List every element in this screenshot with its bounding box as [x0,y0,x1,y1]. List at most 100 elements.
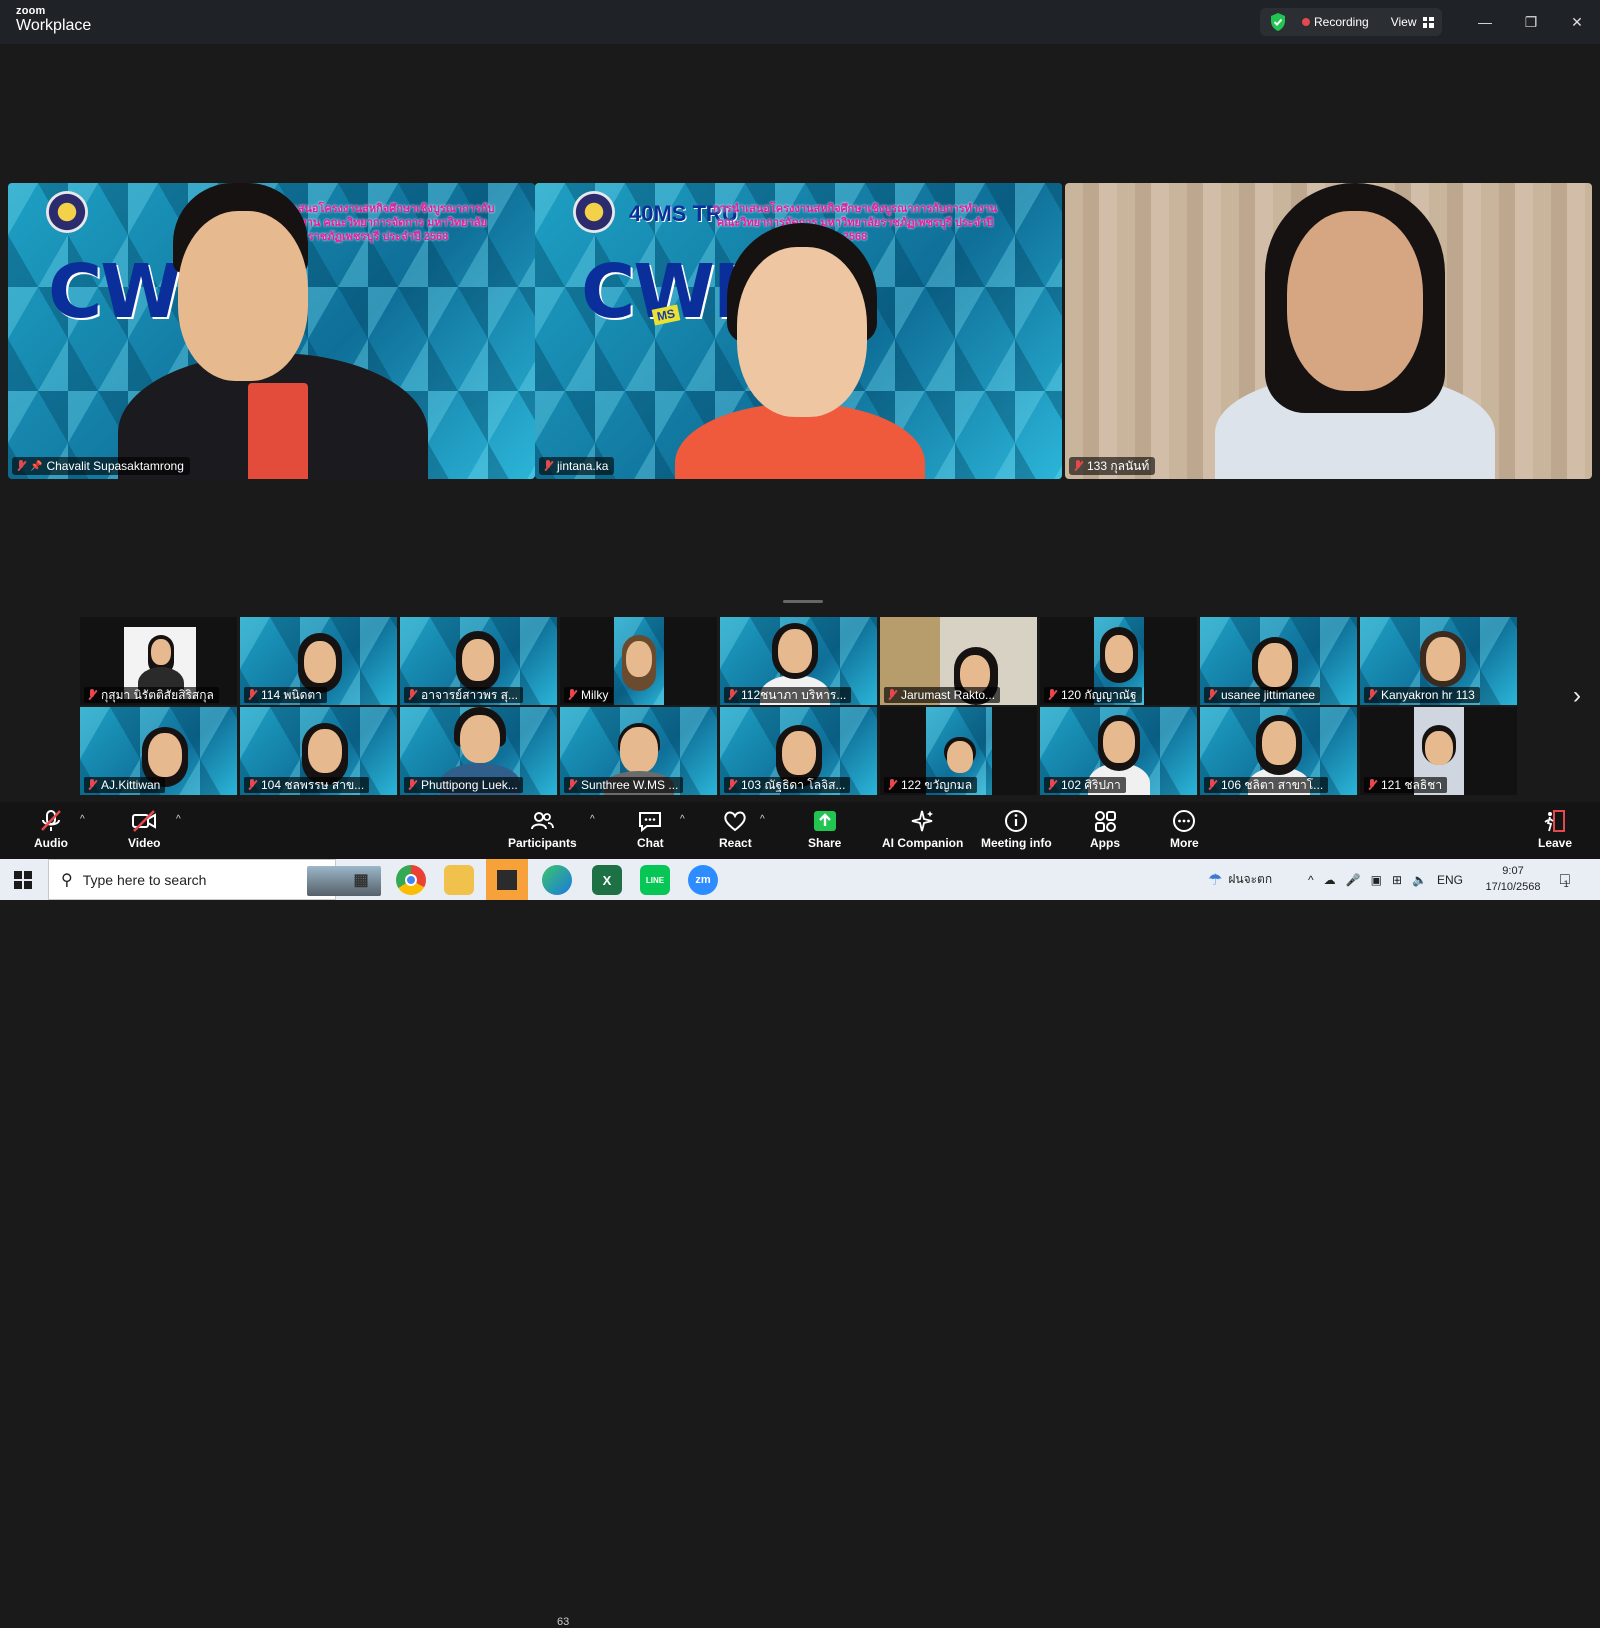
gallery-tile[interactable]: Milky [560,617,717,705]
leave-button[interactable]: Leave [1538,808,1572,850]
participant-name: AJ.Kittiwan [101,778,161,792]
line-icon[interactable]: LINE [640,865,670,895]
gallery-tile[interactable]: usanee jittimanee [1200,617,1357,705]
chrome-icon[interactable] [396,865,426,895]
recording-dot-icon [1302,18,1310,26]
participant-video [675,223,925,479]
meeting-info-label: Meeting info [981,836,1052,850]
pin-icon: 📌 [30,460,43,472]
taskbar-clock[interactable]: 9:07 17/10/2568 [1478,863,1548,895]
zoom-taskbar-icon[interactable]: zm [688,865,718,895]
notification-center[interactable]: □ 1 [1560,859,1570,900]
participant-name-tag: 121 ชลธิชา [1364,777,1448,793]
participant-name: อาจารย์สาวพร สุ... [421,687,519,702]
file-explorer-icon[interactable] [444,865,474,895]
microphone-icon[interactable]: 🎤 [1346,873,1361,887]
gallery-tile[interactable]: Sunthree W.MS ... [560,707,717,795]
next-page-chevron-icon[interactable]: › [1573,682,1581,710]
gallery-tile[interactable]: Jarumast Rakto... [880,617,1037,705]
university-logo-icon [573,191,615,233]
brand-zoom: zoom [16,5,46,17]
search-placeholder: Type here to search [82,871,207,888]
notification-count: 1 [1563,878,1569,889]
restore-icon[interactable]: ❐ [1519,10,1543,34]
participant-name-tag: Phuttipong Luek... [404,777,523,793]
video-tile-main-1[interactable]: การนำเสนอโครงงานสหกิจศึกษาเชิงบูรณาการกั… [8,183,535,479]
gallery-resize-handle[interactable] [783,600,823,603]
ai-companion-button[interactable]: AI Companion [882,808,963,850]
view-button[interactable]: View [1391,15,1434,29]
gallery-tile[interactable]: Phuttipong Luek... [400,707,557,795]
mic-muted-icon [543,460,553,472]
shield-check-icon[interactable] [1268,12,1288,32]
weather-widget[interactable]: ☂ ฝนจะตก [1208,859,1272,900]
leave-door-icon [1544,810,1566,832]
react-options-chevron-icon[interactable]: ^ [760,814,765,825]
mic-muted-icon [1207,779,1217,791]
chat-button[interactable]: Chat [637,808,664,850]
sparkle-icon [911,810,933,832]
more-label: More [1170,836,1199,850]
participants-options-chevron-icon[interactable]: ^ [590,814,595,825]
gallery-tile[interactable]: AJ.Kittiwan [80,707,237,795]
meeting-info-button[interactable]: Meeting info [981,808,1052,850]
participant-name: Jarumast Rakto... [901,688,996,702]
gallery-tile[interactable]: 106 ชลิตา สาขาโ... [1200,707,1357,795]
language-indicator[interactable]: ENG [1437,873,1463,887]
task-view-icon[interactable]: ▦ [346,865,376,895]
ai-companion-label: AI Companion [882,836,964,850]
mic-muted-icon [1073,460,1083,472]
participant-name-tag: 112ชนาภา บริหาร... [724,687,852,703]
participant-name: กุสุมา นิรัตติสัยสิริสกุล [101,687,214,702]
participant-name: 133 กุลนันท์ [1087,458,1150,473]
participant-name-tag: กุสุมา นิรัตติสัยสิริสกุล [84,687,219,703]
sticky-notes-icon[interactable] [486,859,528,900]
more-button[interactable]: More [1170,808,1199,850]
onedrive-icon[interactable]: ☁ [1324,873,1336,887]
video-tile-main-3[interactable]: 133 กุลนันท์ [1065,183,1592,479]
gallery-tile[interactable]: 121 ชลธิชา [1360,707,1517,795]
mic-muted-icon [87,689,97,701]
windows-start-icon[interactable] [14,871,32,889]
minimize-icon[interactable]: — [1473,10,1497,34]
edge-icon[interactable] [542,865,572,895]
gallery-tile[interactable]: 112ชนาภา บริหาร... [720,617,877,705]
gallery-tile[interactable]: 102 ศิริปภา [1040,707,1197,795]
mic-muted-icon [1207,689,1217,701]
gallery-tile[interactable]: 122 ขวัญกมล [880,707,1037,795]
mic-muted-icon [87,779,97,791]
mic-muted-icon [16,460,26,472]
participants-button[interactable]: Participants [508,808,577,850]
excel-icon[interactable]: X [592,865,622,895]
gallery-tile[interactable]: 104 ชลพรรษ สาข... [240,707,397,795]
gallery-tile[interactable]: Kanyakron hr 113 [1360,617,1517,705]
chat-options-chevron-icon[interactable]: ^ [680,814,685,825]
gallery-tile[interactable]: 120 กัญญาณัฐ [1040,617,1197,705]
mic-muted-icon [1367,779,1377,791]
display-icon[interactable]: ▣ [1371,873,1382,887]
recording-label[interactable]: Recording [1314,15,1369,29]
participant-name-tag: jintana.ka [539,457,615,475]
video-tile-main-2[interactable]: 40MS TRU การนำเสนอโครงงานสหกิจศึกษาเชิงบ… [535,183,1062,479]
heart-icon [724,811,747,832]
audio-options-chevron-icon[interactable]: ^ [80,814,85,825]
gallery-tile[interactable]: 114 พนิดตา [240,617,397,705]
taskbar-search-box[interactable]: ⚲ Type here to search [48,859,381,900]
camera-off-icon [132,810,157,832]
gallery-tile[interactable]: 103 ณัฐธิดา โลจิส... [720,707,877,795]
share-button[interactable]: Share [808,808,841,850]
close-icon[interactable]: ✕ [1565,10,1589,34]
apps-button[interactable]: Apps [1090,808,1120,850]
network-icon[interactable]: ⊞ [1392,873,1402,887]
video-options-chevron-icon[interactable]: ^ [176,814,181,825]
clock-date: 17/10/2568 [1485,881,1541,893]
gallery-tile[interactable]: กุสุมา นิรัตติสัยสิริสกุล [80,617,237,705]
video-button[interactable]: Video [128,808,160,850]
chevron-up-icon[interactable]: ^ [1308,873,1314,887]
gallery-tile[interactable]: อาจารย์สาวพร สุ... [400,617,557,705]
audio-button[interactable]: Audio [34,808,68,850]
volume-icon[interactable]: 🔈 [1412,873,1427,887]
meeting-stage: การนำเสนอโครงงานสหกิจศึกษาเชิงบูรณาการกั… [0,44,1600,802]
react-button[interactable]: React [719,808,752,850]
participants-label: Participants [508,836,577,850]
